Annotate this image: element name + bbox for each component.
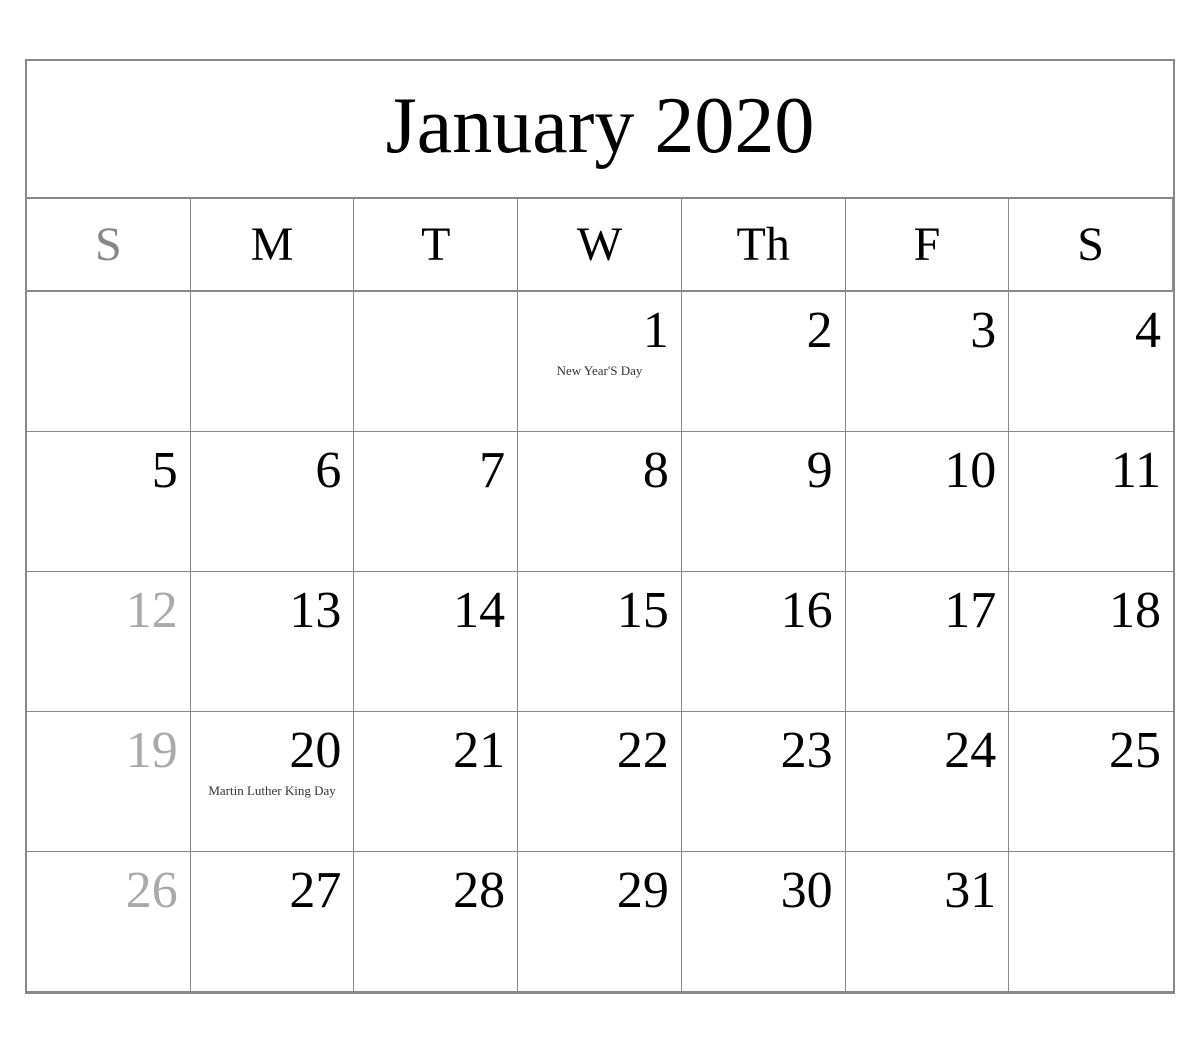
day-cell: 6	[191, 432, 355, 572]
day-cell: 22	[518, 712, 682, 852]
day-cell: 9	[682, 432, 846, 572]
day-number: 11	[1021, 442, 1161, 499]
day-cell: 18	[1009, 572, 1173, 712]
day-number: 17	[858, 582, 997, 639]
day-cell: 16	[682, 572, 846, 712]
day-cell: 1 New Year'S Day	[518, 292, 682, 432]
day-header: T	[354, 199, 518, 292]
day-header: M	[191, 199, 355, 292]
day-header: S	[1009, 199, 1173, 292]
day-cell: 5	[27, 432, 191, 572]
day-number: 3	[858, 302, 997, 359]
day-number: 24	[858, 722, 997, 779]
day-number: 10	[858, 442, 997, 499]
day-cell: 11	[1009, 432, 1173, 572]
day-number: 14	[366, 582, 505, 639]
day-cell: 31	[846, 852, 1010, 992]
day-cell: 17	[846, 572, 1010, 712]
day-number: 1	[530, 302, 669, 359]
day-cell: 25	[1009, 712, 1173, 852]
day-number: 27	[203, 862, 342, 919]
day-cell: 4	[1009, 292, 1173, 432]
day-number: 18	[1021, 582, 1161, 639]
day-number: 6	[203, 442, 342, 499]
day-number: 29	[530, 862, 669, 919]
day-header: W	[518, 199, 682, 292]
day-note: New Year'S Day	[530, 363, 669, 380]
day-number: 7	[366, 442, 505, 499]
day-cell: 13	[191, 572, 355, 712]
day-number: 9	[694, 442, 833, 499]
day-number: 31	[858, 862, 997, 919]
day-cell: 10	[846, 432, 1010, 572]
day-number: 8	[530, 442, 669, 499]
day-cell: 28	[354, 852, 518, 992]
day-note: Martin Luther King Day	[203, 783, 342, 800]
empty-cell	[191, 292, 355, 432]
day-number: 12	[39, 582, 178, 639]
day-number: 23	[694, 722, 833, 779]
empty-cell	[27, 292, 191, 432]
day-cell: 12	[27, 572, 191, 712]
day-cell: 15	[518, 572, 682, 712]
day-cell: 14	[354, 572, 518, 712]
day-cell: 23	[682, 712, 846, 852]
day-number: 4	[1021, 302, 1161, 359]
day-number: 28	[366, 862, 505, 919]
day-number: 30	[694, 862, 833, 919]
day-number: 22	[530, 722, 669, 779]
day-number: 19	[39, 722, 178, 779]
day-number: 2	[694, 302, 833, 359]
day-cell: 8	[518, 432, 682, 572]
day-cell: 24	[846, 712, 1010, 852]
day-cell: 27	[191, 852, 355, 992]
day-cell: 3	[846, 292, 1010, 432]
day-cell: 19	[27, 712, 191, 852]
day-cell: 30	[682, 852, 846, 992]
day-number: 13	[203, 582, 342, 639]
day-number: 15	[530, 582, 669, 639]
empty-cell	[1009, 852, 1173, 992]
calendar-grid: SMTWThFS1New Year'S Day23456789101112131…	[27, 199, 1173, 992]
day-header: S	[27, 199, 191, 292]
day-number: 26	[39, 862, 178, 919]
day-header: F	[846, 199, 1010, 292]
day-number: 5	[39, 442, 178, 499]
day-number: 20	[203, 722, 342, 779]
day-number: 16	[694, 582, 833, 639]
day-cell: 2	[682, 292, 846, 432]
day-cell: 29	[518, 852, 682, 992]
empty-cell	[354, 292, 518, 432]
day-cell: 21	[354, 712, 518, 852]
day-number: 21	[366, 722, 505, 779]
day-cell: 20 Martin Luther King Day	[191, 712, 355, 852]
day-cell: 26	[27, 852, 191, 992]
calendar: January 2020 SMTWThFS1New Year'S Day2345…	[25, 59, 1175, 994]
day-cell: 7	[354, 432, 518, 572]
day-number: 25	[1021, 722, 1161, 779]
calendar-title: January 2020	[27, 61, 1173, 199]
day-header: Th	[682, 199, 846, 292]
